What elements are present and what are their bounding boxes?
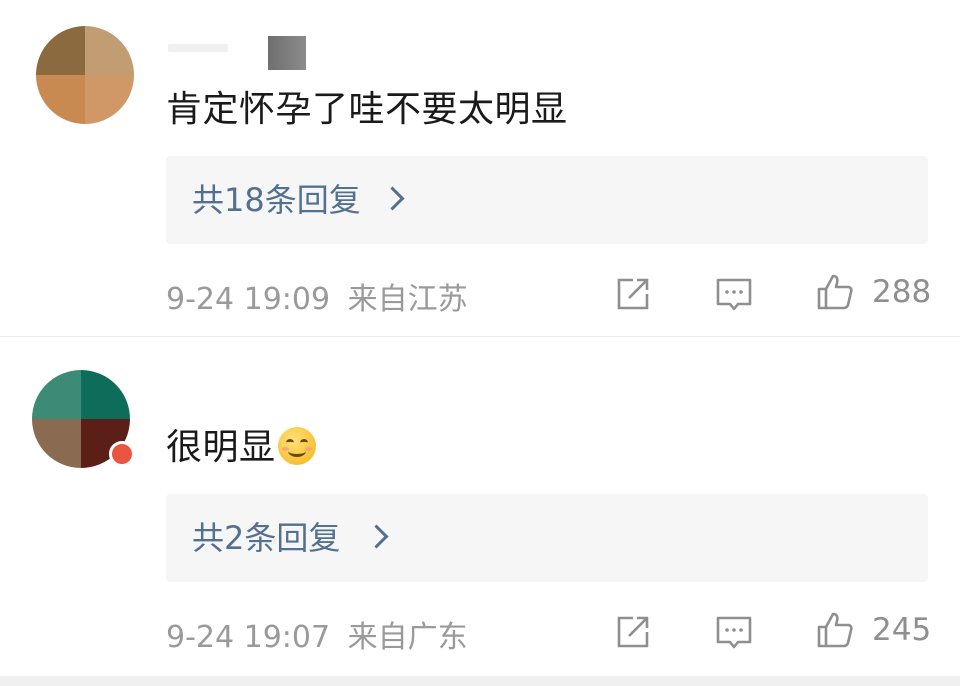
comment-icon[interactable] [714,274,754,314]
bottom-edge [0,676,960,686]
comment-text: 很明显 [166,426,316,470]
timestamp: 9-24 19:09 [166,282,331,317]
comment-item: 肯定怀孕了哇不要太明显 共18条回复 9-24 19:09 来自江苏 288 [0,0,960,336]
avatar-badge [109,441,135,467]
thumbs-up-icon[interactable] [815,272,855,312]
view-replies-button[interactable]: 共2条回复 [166,494,928,582]
share-icon[interactable] [613,274,653,314]
like-count: 245 [872,612,932,648]
replies-label: 共18条回复 [192,181,361,219]
username[interactable] [168,44,228,52]
comment-icon[interactable] [714,612,754,652]
chevron-right-icon [364,524,389,549]
like-count: 288 [872,274,932,310]
replies-label: 共2条回复 [192,519,341,557]
location: 来自江苏 [347,282,468,317]
location: 来自广东 [347,620,468,655]
comment-meta: 9-24 19:09 来自江苏 [166,274,468,318]
timestamp: 9-24 19:07 [166,620,331,655]
share-icon[interactable] [613,612,653,652]
avatar[interactable] [36,26,134,124]
smiling-face-emoji [277,427,316,465]
comment-text: 肯定怀孕了哇不要太明显 [166,89,568,130]
view-replies-button[interactable]: 共18条回复 [166,156,928,244]
chevron-right-icon [380,186,405,211]
thumbs-up-icon[interactable] [815,610,855,650]
username-mosaic [268,36,306,70]
comment-item: 很明显 共2条回复 9-24 19:07 来自广东 245 [0,337,960,686]
comment-meta: 9-24 19:07 来自广东 [166,612,468,656]
